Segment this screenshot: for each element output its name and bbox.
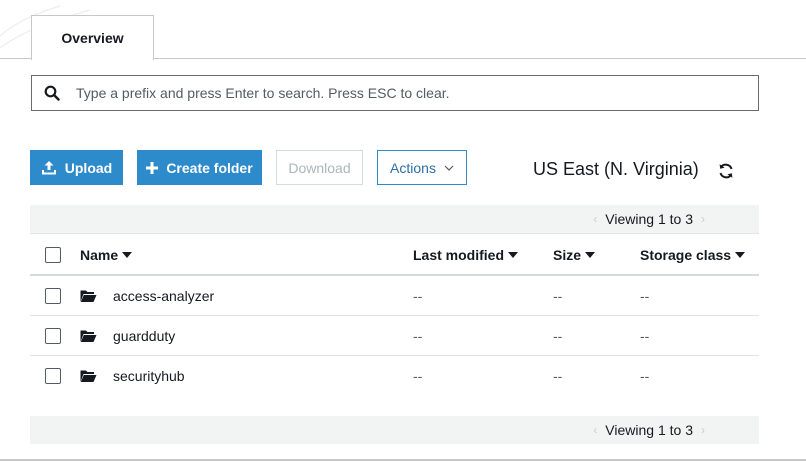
row-checkbox[interactable] (45, 368, 61, 384)
last-modified-cell: -- (413, 287, 423, 304)
table-row[interactable]: access-analyzer -- -- -- (30, 276, 759, 316)
name-cell[interactable]: guardduty (80, 316, 175, 355)
column-header-size[interactable]: Size (553, 235, 596, 275)
sort-caret-icon (585, 252, 596, 258)
folder-icon (80, 370, 97, 382)
row-checkbox[interactable] (45, 327, 61, 344)
plus-icon (146, 161, 159, 174)
size-cell: -- (553, 368, 563, 384)
download-button[interactable]: Download (276, 150, 363, 185)
last-modified-cell: -- (413, 327, 423, 344)
table-row[interactable]: guardduty -- -- -- (30, 316, 759, 356)
folder-name-link[interactable]: access-analyzer (113, 288, 214, 304)
pagination-bar-top: ‹ Viewing 1 to 3 › (30, 205, 759, 233)
tab-overview[interactable]: Overview (31, 15, 154, 60)
row-checkbox-cell (45, 316, 61, 355)
pagination-text: Viewing 1 to 3 (605, 422, 693, 438)
select-all-checkbox[interactable] (45, 247, 61, 263)
column-header-name[interactable]: Name (80, 235, 133, 275)
pagination-bottom: ‹ Viewing 1 to 3 › (585, 422, 713, 438)
table-header: Name Last modified Size Storage class (30, 233, 759, 276)
storage-class-cell: -- (640, 287, 650, 304)
upload-icon (41, 160, 56, 174)
search-box[interactable] (31, 75, 759, 111)
actions-dropdown-label: Actions (390, 159, 436, 176)
pagination-text: Viewing 1 to 3 (605, 211, 693, 227)
chevron-left-icon[interactable]: ‹ (593, 423, 597, 437)
storage-class-cell: -- (640, 368, 650, 384)
upload-button-label: Upload (64, 159, 113, 176)
table-row[interactable]: securityhub -- -- -- (30, 356, 759, 396)
folder-icon (80, 290, 97, 302)
sort-caret-icon (122, 252, 133, 258)
chevron-right-icon[interactable]: › (701, 212, 705, 226)
actions-dropdown[interactable]: Actions (377, 150, 467, 185)
chevron-right-icon[interactable]: › (701, 423, 705, 437)
row-checkbox-cell (45, 356, 61, 396)
pagination-top: ‹ Viewing 1 to 3 › (585, 211, 713, 227)
sort-caret-icon (508, 252, 519, 258)
header-checkbox-cell (45, 235, 61, 275)
refresh-icon[interactable] (717, 162, 735, 180)
region-label: US East (N. Virginia) (533, 159, 699, 179)
name-cell[interactable]: access-analyzer (80, 276, 214, 315)
column-header-label: Size (553, 247, 582, 263)
search-input[interactable] (76, 85, 716, 101)
upload-button[interactable]: Upload (30, 150, 123, 185)
storage-class-cell: -- (640, 327, 650, 344)
chevron-down-icon (444, 165, 454, 171)
row-checkbox[interactable] (45, 287, 61, 304)
folder-name-link[interactable]: securityhub (113, 368, 185, 384)
column-header-label: Storage class (640, 247, 732, 263)
pagination-bar-bottom: ‹ Viewing 1 to 3 › (30, 416, 759, 444)
search-icon (44, 85, 60, 101)
tab-bar: Overview (0, 0, 806, 60)
size-cell: -- (553, 327, 563, 344)
column-header-label: Last modified (413, 247, 505, 263)
chevron-left-icon[interactable]: ‹ (593, 212, 597, 226)
download-button-label: Download (288, 159, 351, 176)
sort-caret-icon (735, 252, 746, 258)
column-header-storage-class[interactable]: Storage class (640, 235, 746, 275)
create-folder-button-label: Create folder (166, 159, 253, 176)
create-folder-button[interactable]: Create folder (137, 150, 262, 185)
folder-name-link[interactable]: guardduty (113, 328, 175, 344)
column-header-label: Name (80, 247, 119, 263)
column-header-last-modified[interactable]: Last modified (413, 235, 519, 275)
folder-icon (80, 330, 97, 342)
objects-table: Name Last modified Size Storage class ac… (30, 233, 759, 396)
row-checkbox-cell (45, 276, 61, 315)
last-modified-cell: -- (413, 368, 423, 384)
name-cell[interactable]: securityhub (80, 356, 185, 396)
size-cell: -- (553, 287, 563, 304)
